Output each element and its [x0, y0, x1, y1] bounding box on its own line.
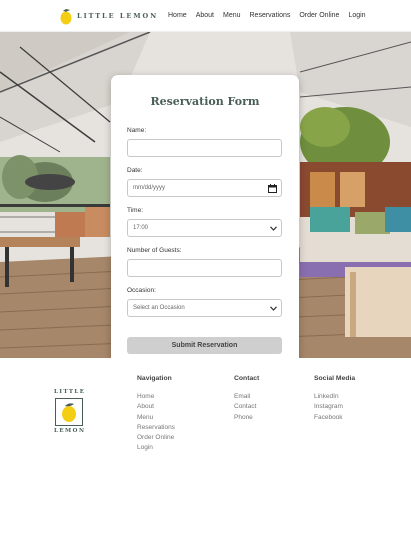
footer-social-instagram[interactable]: Instagram [314, 402, 355, 412]
guests-label: Number of Guests: [127, 247, 182, 254]
footer-nav-home[interactable]: Home [137, 392, 175, 402]
logo-text: LITTLE LEMON [77, 12, 159, 20]
guests-input[interactable] [127, 259, 282, 277]
site-footer: LITTLE LEMON Navigation Home About Menu … [0, 358, 411, 547]
footer-logo-bottom: LEMON [54, 428, 86, 434]
calendar-icon[interactable] [268, 183, 277, 193]
submit-reservation-button[interactable]: Submit Reservation [127, 337, 282, 354]
nav-login[interactable]: Login [348, 12, 365, 19]
chevron-down-icon [269, 304, 277, 312]
footer-nav-about[interactable]: About [137, 402, 175, 412]
footer-contact-contact[interactable]: Contact [234, 402, 259, 412]
footer-logo-top: LITTLE [54, 389, 86, 395]
header-logo[interactable]: LITTLE LEMON [59, 6, 158, 26]
reservation-form: Reservation Form Name: Date: mm/dd/yyyy … [111, 75, 299, 358]
time-select[interactable]: 17:00 [127, 219, 282, 237]
lemon-logo-icon [59, 7, 73, 25]
nav-reservations[interactable]: Reservations [250, 12, 291, 19]
footer-social-heading: Social Media [314, 375, 356, 382]
name-label: Name: [127, 127, 147, 134]
footer-nav-login[interactable]: Login [137, 443, 175, 453]
footer-contact: Contact Email Contact Phone [234, 375, 259, 423]
footer-nav-order-online[interactable]: Order Online [137, 433, 175, 443]
date-placeholder: mm/dd/yyyy [133, 185, 166, 191]
footer-contact-heading: Contact [234, 375, 260, 382]
top-nav: Home About Menu Reservations Order Onlin… [168, 12, 366, 19]
footer-logo[interactable]: LITTLE LEMON [54, 389, 84, 434]
occasion-label: Occasion: [127, 287, 156, 294]
footer-social-facebook[interactable]: Facebook [314, 413, 355, 423]
nav-home[interactable]: Home [168, 12, 187, 19]
site-header: LITTLE LEMON Home About Menu Reservation… [0, 0, 411, 32]
occasion-select[interactable]: Select an Occasion [127, 299, 282, 317]
time-value: 17:00 [133, 225, 149, 231]
footer-social: Social Media LinkedIn Instagram Facebook [314, 375, 355, 423]
footer-nav-heading: Navigation [137, 375, 172, 382]
form-title: Reservation Form [150, 95, 260, 108]
hero-restaurant-image: Reservation Form Name: Date: mm/dd/yyyy … [0, 32, 411, 358]
lemon-logo-icon [55, 398, 83, 426]
nav-order-online[interactable]: Order Online [299, 12, 339, 19]
footer-nav-reservations[interactable]: Reservations [137, 423, 175, 433]
nav-menu[interactable]: Menu [223, 12, 241, 19]
time-label: Time: [127, 207, 144, 214]
name-input[interactable] [127, 139, 282, 157]
chevron-down-icon [269, 224, 277, 232]
occasion-value: Select an Occasion [133, 305, 185, 311]
date-input[interactable]: mm/dd/yyyy [127, 179, 282, 197]
footer-nav-menu[interactable]: Menu [137, 413, 175, 423]
footer-contact-phone[interactable]: Phone [234, 413, 259, 423]
date-label: Date: [127, 167, 143, 174]
footer-navigation: Navigation Home About Menu Reservations … [137, 375, 175, 454]
nav-about[interactable]: About [196, 12, 214, 19]
footer-contact-email[interactable]: Email [234, 392, 259, 402]
footer-social-linkedin[interactable]: LinkedIn [314, 392, 355, 402]
